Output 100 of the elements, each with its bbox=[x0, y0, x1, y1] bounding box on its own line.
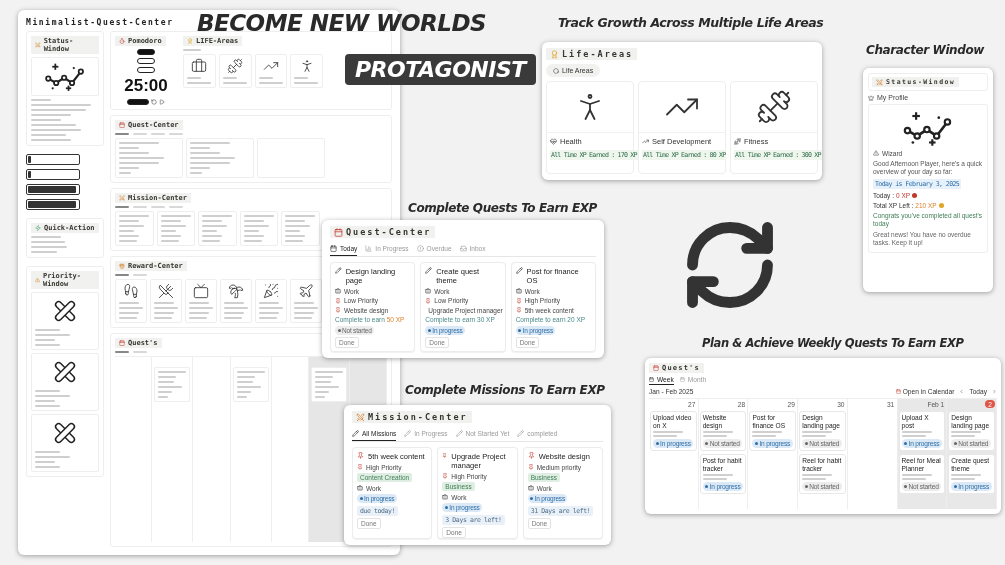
skeleton-line bbox=[154, 307, 178, 309]
tab-icon bbox=[459, 245, 467, 252]
quest-card[interactable] bbox=[186, 138, 254, 178]
skeleton-line bbox=[115, 274, 129, 276]
pin-icon bbox=[527, 464, 534, 470]
briefcase-icon bbox=[357, 485, 363, 491]
skeleton-line bbox=[31, 133, 66, 136]
reward-illustration-icon bbox=[123, 283, 139, 299]
skeleton-line bbox=[35, 338, 55, 341]
mission-card[interactable] bbox=[281, 211, 320, 246]
section-title: Mission-Center bbox=[368, 412, 468, 422]
skeleton-line bbox=[133, 274, 147, 276]
swords-icon bbox=[876, 78, 883, 86]
skeleton-line bbox=[243, 215, 274, 217]
skeleton-line bbox=[160, 225, 186, 227]
skeleton-line bbox=[35, 394, 70, 397]
area-illustration-icon bbox=[191, 58, 208, 74]
skeleton-line bbox=[314, 371, 343, 373]
skeleton-line bbox=[285, 235, 306, 237]
skeleton-line bbox=[119, 152, 149, 154]
life-area-card[interactable] bbox=[218, 54, 252, 88]
pomodoro-mode-button[interactable] bbox=[137, 58, 155, 64]
pin-icon bbox=[527, 452, 535, 459]
pin-icon bbox=[357, 464, 363, 470]
section-icon bbox=[187, 38, 193, 44]
briefcase-icon bbox=[527, 485, 534, 491]
skeleton-line bbox=[243, 240, 262, 242]
skeleton-line bbox=[119, 235, 139, 237]
skeleton-line bbox=[224, 317, 242, 319]
skeleton-line bbox=[202, 220, 223, 222]
play-icon bbox=[159, 99, 165, 105]
previous-icon[interactable] bbox=[959, 389, 965, 394]
section-title: Quest-Center bbox=[346, 227, 432, 237]
tab-icon bbox=[416, 245, 424, 252]
pin-icon bbox=[515, 297, 522, 304]
quest-card[interactable] bbox=[115, 138, 183, 178]
reward-card[interactable] bbox=[290, 279, 322, 323]
mission-card[interactable] bbox=[239, 211, 279, 246]
skeleton-line bbox=[119, 220, 139, 222]
hexagon-icon bbox=[553, 67, 559, 74]
mission-card[interactable] bbox=[115, 211, 154, 246]
calendar-icon bbox=[895, 389, 901, 394]
pomodoro-mode-button[interactable] bbox=[137, 67, 155, 73]
skeleton-line bbox=[35, 333, 70, 336]
calendar-quest-card[interactable] bbox=[310, 367, 347, 402]
swords-icon bbox=[356, 412, 365, 422]
section-icon bbox=[35, 276, 40, 283]
skill-graph-drawing bbox=[43, 61, 87, 92]
section-icon bbox=[119, 340, 125, 346]
section-icon bbox=[119, 195, 125, 201]
calendar-icon bbox=[334, 227, 343, 237]
skeleton-line bbox=[31, 138, 71, 141]
skeleton-line bbox=[133, 351, 147, 353]
calendar-quest-card[interactable] bbox=[154, 367, 191, 402]
skeleton-line bbox=[202, 225, 228, 227]
pomodoro-mode-button[interactable] bbox=[137, 49, 155, 55]
skeleton-line bbox=[119, 167, 139, 169]
next-icon[interactable] bbox=[992, 389, 997, 394]
page-title: Minimalist-Quest-Center bbox=[26, 18, 174, 27]
skeleton-line bbox=[154, 302, 174, 304]
skeleton-line bbox=[35, 404, 60, 407]
briefcase-icon bbox=[442, 494, 449, 500]
mission-card[interactable] bbox=[156, 211, 196, 246]
skeleton-line bbox=[158, 391, 173, 393]
skeleton-line bbox=[160, 220, 181, 222]
skeleton-line bbox=[189, 302, 209, 304]
skeleton-line bbox=[222, 77, 237, 79]
skeleton-line bbox=[259, 302, 279, 304]
skeleton-line bbox=[35, 460, 55, 463]
dot-icon bbox=[938, 203, 944, 209]
skeleton-line bbox=[189, 307, 213, 309]
reward-card[interactable] bbox=[150, 279, 182, 323]
skeleton-line bbox=[294, 307, 318, 309]
calendar-quest-card[interactable] bbox=[232, 367, 269, 402]
skeleton-line bbox=[236, 391, 251, 393]
skeleton-line bbox=[183, 49, 201, 51]
reward-card[interactable] bbox=[255, 279, 287, 323]
reward-card[interactable] bbox=[185, 279, 217, 323]
section-icon bbox=[119, 263, 125, 269]
reward-card[interactable] bbox=[220, 279, 252, 323]
life-area-card[interactable] bbox=[183, 54, 216, 88]
skeleton-line bbox=[285, 225, 311, 227]
skeleton-line bbox=[160, 215, 191, 217]
start-button[interactable] bbox=[127, 99, 149, 105]
tab-icon bbox=[649, 377, 654, 382]
skeleton-line bbox=[294, 312, 314, 314]
mission-card[interactable] bbox=[198, 211, 237, 246]
tab-icon bbox=[330, 245, 337, 252]
pencil-icon bbox=[425, 267, 433, 274]
reward-card[interactable] bbox=[115, 279, 147, 323]
skeleton-line bbox=[158, 386, 183, 388]
calendar-icon bbox=[653, 365, 659, 371]
area-illustration-icon bbox=[756, 89, 792, 125]
skeleton-line bbox=[314, 396, 325, 398]
skeleton-line bbox=[224, 302, 244, 304]
skeleton-line bbox=[158, 371, 187, 373]
skeleton-line bbox=[31, 250, 57, 253]
pin-icon bbox=[335, 307, 341, 313]
skeleton-line bbox=[190, 152, 220, 154]
skeleton-line bbox=[119, 307, 143, 309]
